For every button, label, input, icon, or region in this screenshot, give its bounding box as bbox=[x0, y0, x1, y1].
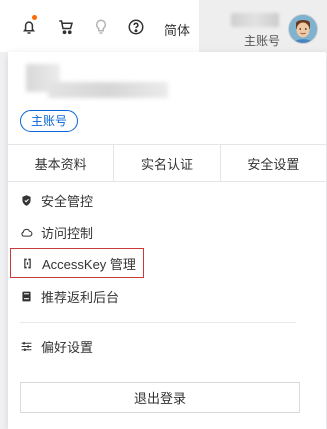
divider bbox=[20, 322, 296, 323]
menu-item-accesskey-management[interactable]: AccessKey 管理 bbox=[10, 248, 144, 278]
menu-label: 安全管控 bbox=[41, 193, 94, 209]
tab-basic-info[interactable]: 基本资料 bbox=[8, 145, 115, 181]
tab-real-name-verification[interactable]: 实名认证 bbox=[114, 145, 221, 181]
menu-label: 偏好设置 bbox=[41, 339, 94, 355]
tab-security-settings[interactable]: 安全设置 bbox=[221, 145, 326, 181]
cloud-icon bbox=[21, 228, 33, 237]
help-icon[interactable] bbox=[126, 17, 146, 37]
top-navigation-bar: 简体 主账号 bbox=[0, 0, 327, 53]
menu-label: 访问控制 bbox=[41, 225, 94, 241]
avatar[interactable] bbox=[288, 14, 318, 44]
menu-item-security-control[interactable]: 安全管控 bbox=[20, 190, 93, 210]
profile-tabs: 基本资料 实名认证 安全设置 bbox=[8, 144, 326, 182]
notification-dot bbox=[32, 15, 37, 20]
cart-icon[interactable] bbox=[56, 17, 76, 37]
menu-item-preferences[interactable]: 偏好设置 bbox=[20, 336, 93, 356]
menu-item-referral-backend[interactable]: 推荐返利后台 bbox=[20, 286, 119, 306]
menu-label: AccessKey 管理 bbox=[42, 256, 136, 272]
logout-button[interactable]: 退出登录 bbox=[20, 382, 300, 413]
account-dropdown-panel: 主账号 基本资料 实名认证 安全设置 安全管控 访问控制 AccessKey 管… bbox=[8, 52, 326, 429]
account-menu-trigger[interactable]: 主账号 bbox=[199, 0, 327, 52]
blurred-user-detail bbox=[48, 82, 168, 98]
menu-label: 推荐返利后台 bbox=[41, 289, 120, 305]
menu-item-access-control[interactable]: 访问控制 bbox=[20, 222, 93, 242]
account-role-label: 主账号 bbox=[244, 34, 281, 48]
blurred-account-name bbox=[231, 13, 279, 27]
bulb-icon[interactable] bbox=[91, 17, 111, 37]
shield-icon bbox=[22, 194, 31, 206]
language-switch[interactable]: 简体 bbox=[164, 20, 190, 39]
key-icon bbox=[24, 258, 31, 268]
account-type-badge: 主账号 bbox=[20, 110, 79, 132]
bell-icon[interactable] bbox=[19, 17, 39, 37]
book-icon bbox=[22, 291, 31, 301]
sliders-icon bbox=[21, 341, 32, 351]
background-strip bbox=[0, 52, 8, 429]
